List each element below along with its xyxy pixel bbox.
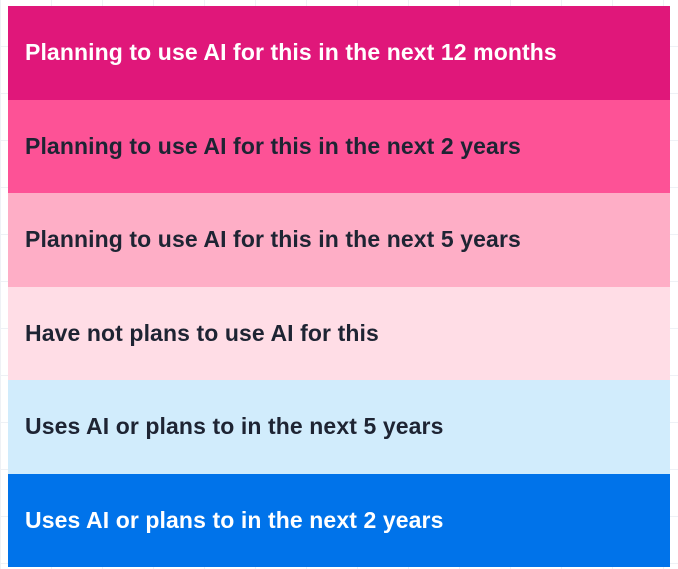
legend-item-uses-2-years: Uses AI or plans to in the next 2 years [8, 473, 670, 567]
legend-item-2-years: Planning to use AI for this in the next … [8, 99, 670, 193]
legend-item-uses-5-years: Uses AI or plans to in the next 5 years [8, 380, 670, 474]
legend-item-no-plans: Have not plans to use AI for this [8, 286, 670, 380]
legend-label: Uses AI or plans to in the next 5 years [25, 413, 444, 440]
chart-legend: Planning to use AI for this in the next … [8, 6, 670, 567]
legend-item-5-years: Planning to use AI for this in the next … [8, 193, 670, 287]
legend-label: Have not plans to use AI for this [25, 319, 379, 346]
legend-label: Uses AI or plans to in the next 2 years [25, 506, 444, 533]
legend-label: Planning to use AI for this in the next … [25, 226, 521, 253]
legend-label: Planning to use AI for this in the next … [25, 132, 521, 159]
legend-item-12-months: Planning to use AI for this in the next … [8, 6, 670, 100]
legend-label: Planning to use AI for this in the next … [25, 39, 557, 66]
